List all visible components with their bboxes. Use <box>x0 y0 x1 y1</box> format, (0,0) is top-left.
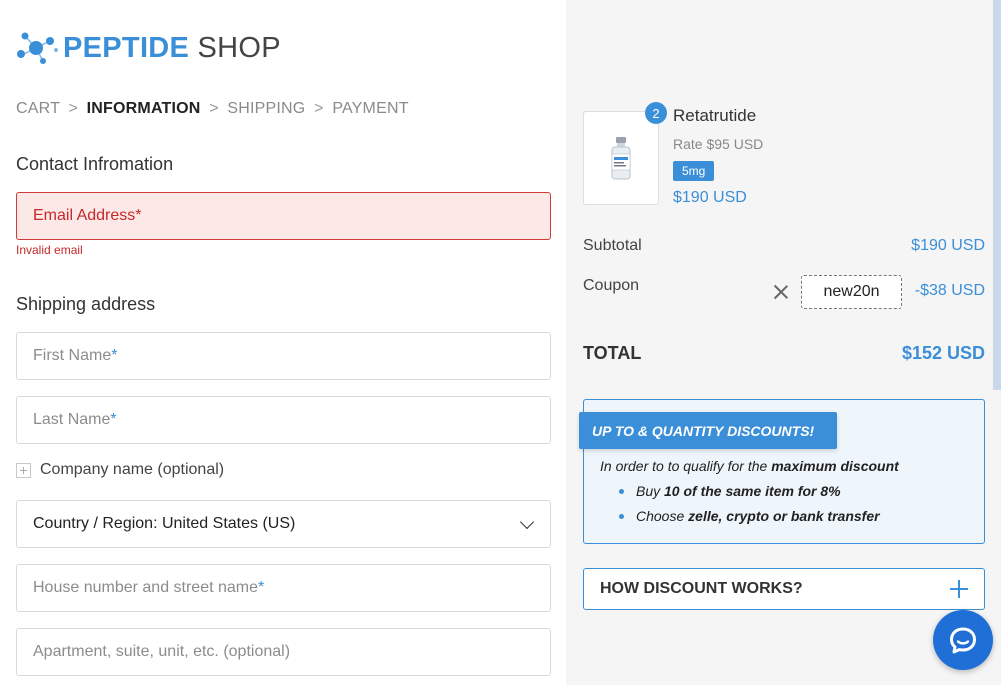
list-item: Buy 10 of the same item for 8% <box>619 482 880 507</box>
list-item-text: Buy <box>636 483 665 499</box>
list-item: Choose zelle, crypto or bank transfer <box>619 507 880 532</box>
required-mark: * <box>258 579 265 596</box>
email-error-message: Invalid email <box>16 243 83 257</box>
list-item-bold: 10 of the same item for 8% <box>664 483 841 499</box>
street-address-field[interactable]: House number and street name * <box>16 564 551 612</box>
coupon-label: Coupon <box>583 277 640 294</box>
discount-intro-text: In order to to qualify for the <box>600 458 772 474</box>
discount-intro: In order to to qualify for the maximum d… <box>600 458 899 474</box>
chevron-down-icon <box>519 514 535 530</box>
total-value: $152 USD <box>901 343 985 363</box>
vial-icon <box>611 137 631 180</box>
molecule-icon <box>17 32 58 64</box>
coupon-discount-value: -$38 USD <box>914 282 985 299</box>
total-label: TOTAL <box>583 343 642 363</box>
brand-logo[interactable]: PEPTIDE SHOP <box>16 28 281 68</box>
required-mark: * <box>110 411 117 428</box>
first-name-field[interactable]: First Name * <box>16 332 551 380</box>
street-placeholder: House number and street name <box>33 579 259 596</box>
product-image <box>583 111 659 205</box>
breadcrumb-payment: PAYMENT <box>332 100 409 117</box>
breadcrumb-information: INFORMATION <box>86 100 201 117</box>
product-rate: Rate $95 USD <box>673 136 764 152</box>
apartment-placeholder: Apartment, suite, unit, etc. (optional) <box>33 643 291 660</box>
close-icon[interactable] <box>773 284 789 300</box>
country-value: Country / Region: United States (US) <box>33 515 296 532</box>
expand-plus-icon[interactable] <box>16 462 31 478</box>
breadcrumb-separator: > <box>68 100 78 117</box>
company-toggle[interactable]: Company name (optional) <box>16 461 224 479</box>
order-summary-panel: 2 Retatrutide Rate $95 USD 5mg $190 USD … <box>566 0 1001 685</box>
last-name-placeholder: Last Name <box>33 411 111 428</box>
apartment-field[interactable]: Apartment, suite, unit, etc. (optional) <box>16 628 551 676</box>
quantity-badge: 2 <box>645 102 667 124</box>
contact-section-title: Contact Infromation <box>16 154 174 174</box>
brand-name-bold: PEPTIDE <box>63 31 190 64</box>
breadcrumb: CART > INFORMATION > SHIPPING > PAYMENT <box>16 100 409 118</box>
company-label: Company name (optional) <box>40 461 225 478</box>
email-field[interactable]: Email Address * <box>16 192 551 240</box>
shipping-section-title: Shipping address <box>16 294 156 314</box>
how-discount-works-accordion[interactable]: HOW DISCOUNT WORKS? <box>583 568 985 610</box>
subtotal-label: Subtotal <box>583 237 642 254</box>
scrollbar[interactable] <box>993 0 1001 390</box>
discount-intro-bold: maximum discount <box>771 458 899 474</box>
first-name-placeholder: First Name <box>33 347 112 364</box>
chat-button[interactable] <box>933 610 993 670</box>
product-name: Retatrutide <box>673 106 757 125</box>
list-item-text: Choose <box>636 508 689 524</box>
coupon-code: new20n <box>801 275 902 309</box>
brand-name: PEPTIDE SHOP <box>63 32 281 65</box>
last-name-field[interactable]: Last Name * <box>16 396 551 444</box>
list-item-bold: zelle, crypto or bank transfer <box>688 508 880 524</box>
breadcrumb-cart[interactable]: CART <box>16 100 60 117</box>
required-mark: * <box>135 207 142 224</box>
accordion-label: HOW DISCOUNT WORKS? <box>600 580 803 597</box>
product-price: $190 USD <box>673 189 747 206</box>
discount-heading: UP TO & QUANTITY DISCOUNTS! <box>579 412 837 449</box>
chat-bubble-icon <box>950 627 976 654</box>
breadcrumb-separator: > <box>314 100 324 117</box>
product-variant-badge: 5mg <box>673 161 715 181</box>
discount-list: Buy 10 of the same item for 8% Choose ze… <box>619 482 880 532</box>
subtotal-value: $190 USD <box>911 237 985 254</box>
email-placeholder: Email Address <box>33 207 136 224</box>
breadcrumb-separator: > <box>209 100 219 117</box>
breadcrumb-shipping: SHIPPING <box>227 100 306 117</box>
brand-name-light: SHOP <box>189 31 281 64</box>
required-mark: * <box>111 347 118 364</box>
checkout-form-panel: PEPTIDE SHOP CART > INFORMATION > SHIPPI… <box>0 0 566 685</box>
country-select[interactable]: Country / Region: United States (US) <box>16 500 551 548</box>
plus-icon[interactable] <box>950 580 968 598</box>
